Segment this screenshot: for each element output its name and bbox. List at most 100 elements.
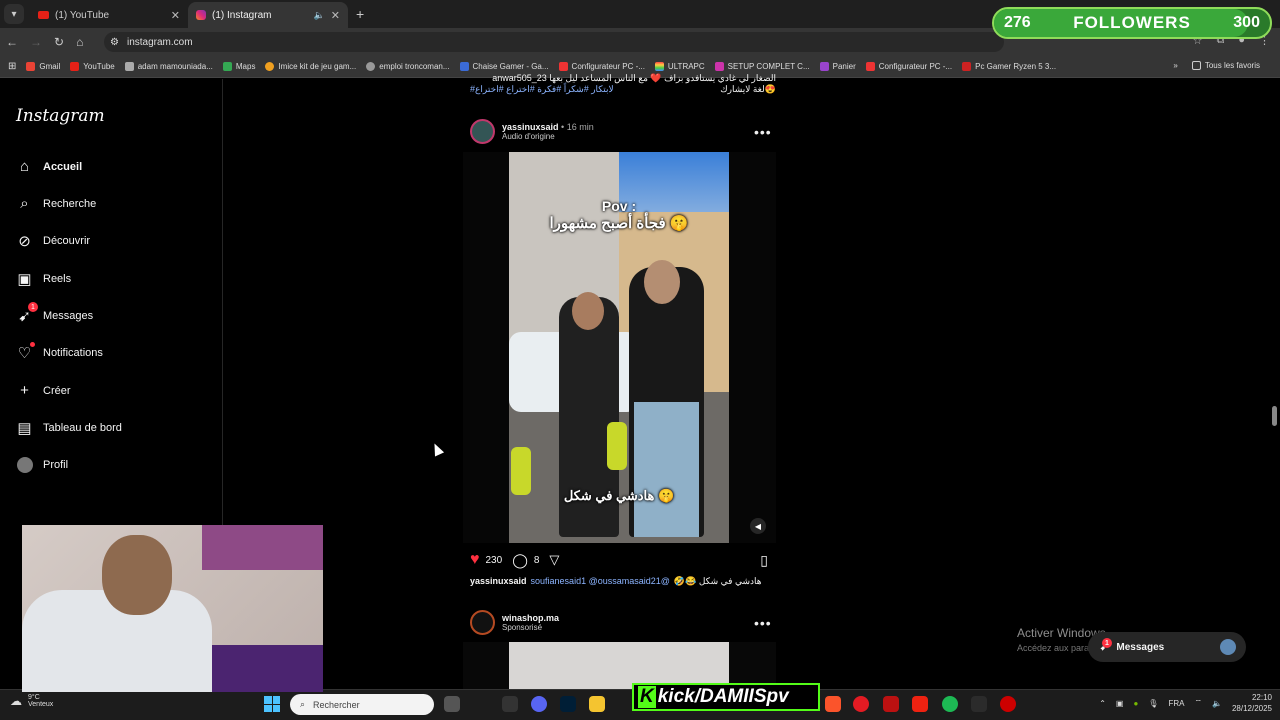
tab-label: (1) YouTube — [55, 9, 110, 21]
bookmark-icon[interactable]: ▯ — [760, 552, 768, 569]
messages-pill[interactable]: ➹ 1 Messages — [1088, 632, 1246, 662]
opera-gx-icon[interactable] — [1000, 696, 1016, 712]
bookmark-setup[interactable]: SETUP COMPLET C... — [714, 62, 810, 71]
all-favorites-label: Tous les favoris — [1204, 61, 1260, 70]
bookmark-icon — [124, 62, 134, 71]
nav-creer[interactable]: + Créer — [16, 382, 70, 399]
bookmark-icon — [459, 62, 469, 71]
volume-icon[interactable]: 🔈 — [1212, 699, 1222, 708]
bookmark-label: YouTube — [83, 62, 115, 71]
bookmark-chaise[interactable]: Chaise Gamer - Ga... — [459, 62, 549, 71]
new-tab-icon[interactable]: + — [356, 6, 364, 22]
likes-count[interactable]: 230 — [486, 555, 503, 566]
nav-reels[interactable]: ▣ Reels — [16, 270, 71, 288]
forward-icon[interactable]: → — [30, 35, 42, 49]
bookmark-panier[interactable]: Panier — [819, 62, 856, 71]
bookmark-config2[interactable]: Configurateur PC -... — [865, 62, 952, 71]
bookmark-emploi[interactable]: emploi troncoman... — [366, 62, 450, 71]
bookmark-adam[interactable]: adam mamouniada... — [124, 62, 213, 71]
post2-avatar[interactable] — [470, 610, 495, 635]
weather-widget[interactable]: ☁ 9°C Venteux — [10, 694, 53, 708]
photoshop-icon[interactable] — [560, 696, 576, 712]
caption-username[interactable]: yassinuxsaid — [470, 576, 527, 587]
nav-notifications[interactable]: ♡ Notifications — [16, 342, 103, 362]
bookmark-gmail[interactable]: Gmail — [26, 62, 60, 71]
bookmark-ultrapc[interactable]: ULTRAPC — [654, 62, 705, 71]
reload-icon[interactable]: ↻ — [54, 35, 64, 49]
wps-icon[interactable] — [912, 696, 928, 712]
nav-accueil[interactable]: ⌂ Accueil — [16, 158, 82, 175]
taskbar-search[interactable]: ⌕ Rechercher — [290, 694, 434, 715]
nav-decouvrir[interactable]: ⊘ Découvrir — [16, 232, 90, 250]
tab-search-button[interactable]: ▾ — [4, 4, 24, 24]
task-view-icon[interactable] — [444, 696, 460, 712]
more-options-icon[interactable]: ••• — [754, 124, 772, 140]
caption-hashtags[interactable]: #لابتكار #شكراً #فكرة #اختراع #اختراع — [470, 84, 614, 95]
bookmark-label: Maps — [235, 62, 256, 71]
opera-icon[interactable] — [853, 696, 869, 712]
video-text-top: Pov : — [601, 198, 637, 214]
nav-label: Tableau de bord — [43, 421, 122, 434]
bookmark-imice[interactable]: Imice kit de jeu gam... — [265, 62, 356, 71]
post2-username[interactable]: winashop.ma — [502, 613, 559, 623]
capcut-icon[interactable] — [502, 696, 518, 712]
video-text-mid: فجأة أصبح مشهورا 🤫 — [549, 215, 689, 232]
bookmark-icon — [819, 62, 829, 71]
chevron-up-icon[interactable]: ⌃ — [1099, 699, 1106, 708]
wifi-icon[interactable]: ⌔ — [1194, 698, 1202, 708]
brave-icon[interactable] — [825, 696, 841, 712]
volume-icon[interactable]: ◀ — [750, 518, 766, 534]
post-username[interactable]: yassinuxsaid — [502, 122, 559, 132]
chevron-right-icon[interactable]: » — [1173, 61, 1177, 70]
app-icon[interactable] — [971, 696, 987, 712]
bookmark-youtube[interactable]: YouTube — [70, 62, 115, 71]
app-icon[interactable] — [883, 696, 899, 712]
address-bar[interactable]: ⚙ instagram.com — [104, 32, 1004, 52]
tab-instagram[interactable]: (1) Instagram 🔈 ✕ — [188, 2, 348, 28]
instagram-icon — [196, 10, 206, 20]
apps-icon[interactable]: ⊞ — [8, 61, 16, 72]
speaker-icon[interactable]: 🔈 — [314, 10, 325, 21]
spotify-icon[interactable] — [942, 696, 958, 712]
post2-media[interactable] — [463, 642, 776, 689]
close-icon[interactable]: ✕ — [331, 9, 340, 22]
post2-header: winashop.ma Sponsorisé — [470, 610, 559, 635]
bookmark-maps[interactable]: Maps — [222, 62, 256, 71]
file-explorer-icon[interactable] — [589, 696, 605, 712]
post-audio[interactable]: Audio d'origine — [502, 132, 594, 141]
nav-recherche[interactable]: ⌕ Recherche — [16, 195, 96, 212]
comment-icon[interactable]: ◯ — [512, 552, 528, 569]
kick-label: kick/DAMIISpv — [657, 686, 789, 707]
bookmark-icon — [558, 62, 568, 71]
close-icon[interactable]: ✕ — [171, 9, 180, 22]
share-icon[interactable]: ▽ — [549, 552, 559, 568]
language-indicator[interactable]: FRA — [1168, 699, 1184, 708]
nav-tableau-de-bord[interactable]: ▤ Tableau de bord — [16, 419, 122, 437]
back-icon[interactable]: ← — [6, 35, 18, 49]
page-scrollbar[interactable] — [1272, 406, 1277, 426]
more-options-icon[interactable]: ••• — [754, 615, 772, 631]
caption-mentions[interactable]: soufianesaid1 @oussamasaid21@ — [531, 576, 670, 587]
notification-dot — [30, 342, 35, 347]
discord-icon[interactable] — [531, 696, 547, 712]
all-favorites[interactable]: Tous les favoris — [1191, 61, 1260, 70]
tray-app-icon[interactable]: ▣ — [1116, 699, 1124, 708]
clock[interactable]: 22:10 28/12/2025 — [1232, 692, 1272, 714]
bookmark-config1[interactable]: Configurateur PC -... — [558, 62, 645, 71]
nav-label: Messages — [43, 309, 94, 322]
home-icon[interactable]: ⌂ — [76, 35, 83, 49]
url-text: instagram.com — [126, 36, 193, 48]
bookmark-pcgamer[interactable]: Pc Gamer Ryzen 5 3... — [962, 62, 1056, 71]
instagram-logo[interactable]: Instagram — [16, 106, 105, 126]
like-heart-icon[interactable]: ♥ — [470, 551, 480, 569]
person-left-head — [572, 292, 604, 330]
post-avatar[interactable] — [470, 119, 495, 144]
microphone-icon[interactable]: 🎙 — [1148, 699, 1158, 708]
site-info-icon[interactable]: ⚙ — [110, 37, 119, 48]
tab-youtube[interactable]: (1) YouTube ✕ — [30, 2, 188, 28]
nav-messages[interactable]: ➹ 1 Messages — [16, 302, 94, 325]
windows-start-icon[interactable] — [264, 696, 280, 712]
nav-profil[interactable]: Profil — [16, 456, 68, 473]
post-video[interactable]: Pov : فجأة أصبح مشهورا 🤫 هادشي في شكل 🤫 … — [463, 152, 776, 543]
nvidia-icon[interactable]: ● — [1133, 699, 1138, 708]
